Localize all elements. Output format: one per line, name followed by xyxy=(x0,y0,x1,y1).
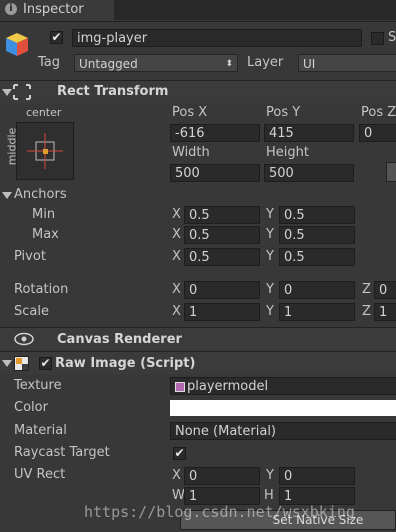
canvas-renderer-header[interactable]: Canvas Renderer xyxy=(0,328,396,350)
max-x-label: X xyxy=(172,227,181,242)
uv-x-label: X xyxy=(172,468,181,483)
texture-field[interactable]: playermodel xyxy=(170,377,396,395)
min-label: Min xyxy=(32,207,56,222)
scale-label: Scale xyxy=(14,304,49,319)
scale-y-field[interactable]: 1 xyxy=(279,303,355,321)
texture-label: Texture xyxy=(14,378,62,393)
divider xyxy=(0,21,396,22)
raw-image-title: Raw Image (Script) xyxy=(55,356,196,371)
collapse-triangle-icon xyxy=(2,360,12,367)
active-checkbox[interactable]: ✔ xyxy=(50,31,63,44)
color-label: Color xyxy=(14,400,48,415)
pivot-x-field[interactable]: 0.5 xyxy=(184,248,260,266)
pos-x-field[interactable]: -616 xyxy=(170,124,260,142)
min-x-field[interactable]: 0.5 xyxy=(184,206,260,224)
max-label: Max xyxy=(32,227,59,242)
pos-z-field[interactable]: 0 xyxy=(359,124,396,142)
scale-z-field[interactable]: 1 xyxy=(374,303,396,321)
anchors-expand-icon[interactable] xyxy=(2,192,12,199)
tab-label: Inspector xyxy=(23,2,84,17)
tag-dropdown[interactable]: Untagged ⬍ xyxy=(74,54,238,72)
rect-transform-icon xyxy=(13,84,31,100)
material-label: Material xyxy=(14,423,67,438)
collapse-triangle-icon xyxy=(2,89,12,96)
scale-z-label: Z xyxy=(362,304,371,319)
rotation-label: Rotation xyxy=(14,282,69,297)
rotation-z-field[interactable]: 0 xyxy=(374,281,396,299)
anchor-preset-button[interactable] xyxy=(16,122,74,180)
rect-transform-title: Rect Transform xyxy=(57,84,169,99)
blueprint-button[interactable] xyxy=(386,162,396,182)
anchor-preset-horizontal-label: center xyxy=(26,106,62,119)
raw-image-icon xyxy=(14,356,29,371)
anchor-preset-icon xyxy=(27,133,63,169)
gameobject-icon xyxy=(4,31,30,57)
pos-z-label: Pos Z xyxy=(361,105,396,120)
raycast-target-checkbox[interactable]: ✔ xyxy=(173,447,186,460)
min-y-label: Y xyxy=(266,207,274,222)
layer-dropdown[interactable]: UI xyxy=(298,54,396,72)
pivot-label: Pivot xyxy=(14,249,46,264)
object-name-field[interactable]: img-player xyxy=(72,29,362,47)
static-checkbox[interactable] xyxy=(371,32,384,45)
uv-y-label: Y xyxy=(266,468,274,483)
rotation-y-label: Y xyxy=(266,282,274,297)
tab-inspector[interactable]: i Inspector xyxy=(0,0,114,21)
height-field[interactable]: 500 xyxy=(264,164,354,182)
width-field[interactable]: 500 xyxy=(170,164,260,182)
max-y-label: Y xyxy=(266,227,274,242)
rotation-y-field[interactable]: 0 xyxy=(279,281,355,299)
raycast-target-label: Raycast Target xyxy=(14,445,110,460)
pos-y-label: Pos Y xyxy=(266,105,301,120)
pivot-y-field[interactable]: 0.5 xyxy=(279,248,355,266)
uv-rect-label: UV Rect xyxy=(14,467,66,482)
color-swatch[interactable] xyxy=(170,400,396,416)
scale-y-label: Y xyxy=(266,304,274,319)
watermark: https://blog.csdn.net/wsxbking xyxy=(84,503,355,521)
material-field[interactable]: None (Material) xyxy=(170,422,396,440)
min-x-label: X xyxy=(172,207,181,222)
info-icon: i xyxy=(5,3,17,15)
max-x-field[interactable]: 0.5 xyxy=(184,226,260,244)
scale-x-field[interactable]: 1 xyxy=(184,303,260,321)
max-y-field[interactable]: 0.5 xyxy=(279,226,355,244)
width-label: Width xyxy=(172,145,210,160)
layer-label: Layer xyxy=(247,55,284,70)
min-y-field[interactable]: 0.5 xyxy=(279,206,355,224)
eye-icon xyxy=(14,332,34,346)
raw-image-enabled-checkbox[interactable]: ✔ xyxy=(39,357,52,370)
rotation-z-label: Z xyxy=(362,282,371,297)
tag-label: Tag xyxy=(38,55,61,70)
dropdown-arrows-icon: ⬍ xyxy=(225,59,233,69)
uv-y-field[interactable]: 0 xyxy=(279,467,355,485)
pos-x-label: Pos X xyxy=(172,105,208,120)
anchors-label: Anchors xyxy=(14,187,67,202)
pos-y-field[interactable]: 415 xyxy=(264,124,354,142)
rotation-x-label: X xyxy=(172,282,181,297)
rotation-x-field[interactable]: 0 xyxy=(184,281,260,299)
height-label: Height xyxy=(266,145,309,160)
pivot-x-label: X xyxy=(172,249,181,264)
static-label: S xyxy=(388,30,396,45)
texture-icon xyxy=(175,382,185,392)
rect-transform-header[interactable]: Rect Transform xyxy=(0,81,396,103)
uv-x-field[interactable]: 0 xyxy=(184,467,260,485)
canvas-renderer-title: Canvas Renderer xyxy=(57,332,182,347)
raw-image-header[interactable]: ✔ Raw Image (Script) xyxy=(0,352,396,374)
pivot-y-label: Y xyxy=(266,249,274,264)
scale-x-label: X xyxy=(172,304,181,319)
